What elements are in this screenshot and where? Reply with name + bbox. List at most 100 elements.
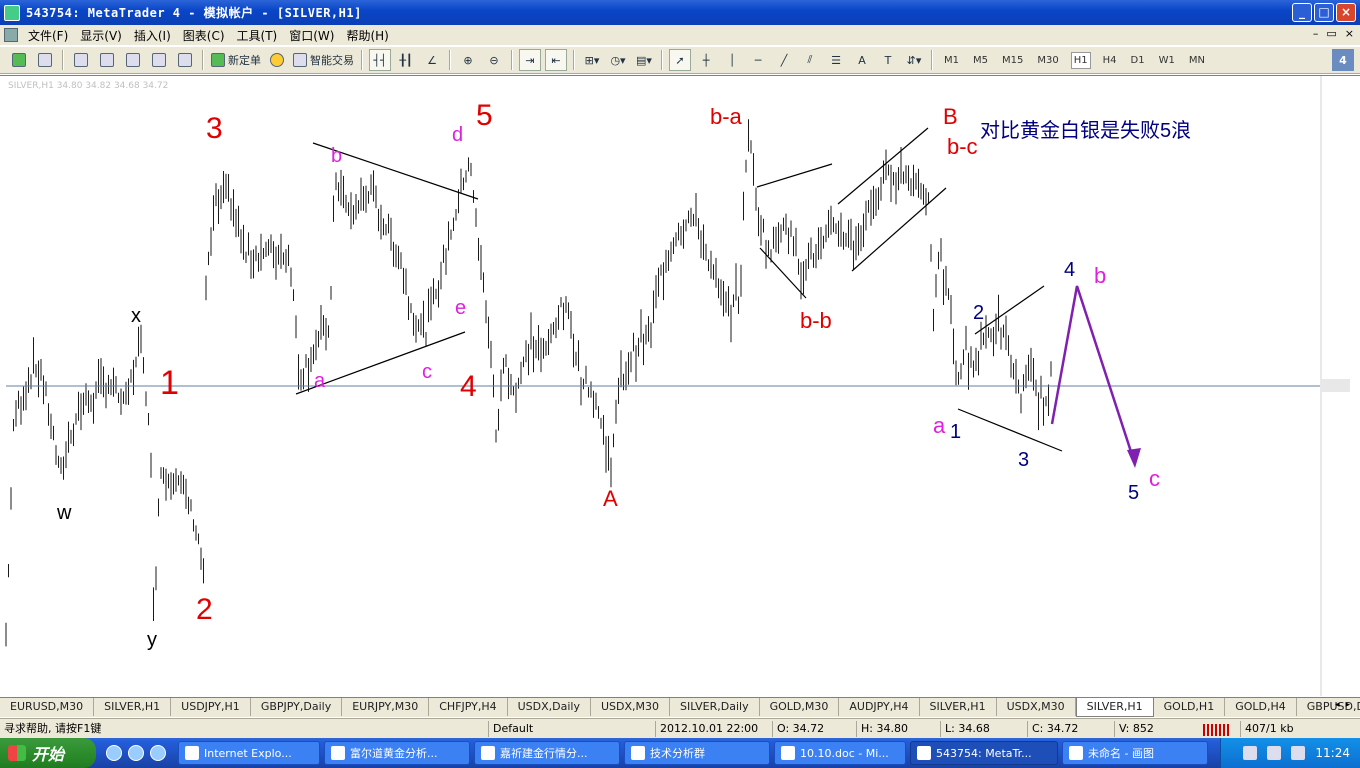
menu-file[interactable]: 文件(F): [26, 27, 78, 44]
taskbar-task-button[interactable]: 10.10.doc - Mi...: [774, 741, 906, 765]
menu-view[interactable]: 显示(V): [78, 27, 132, 44]
templates-button[interactable]: ▤▾: [633, 49, 655, 71]
market-watch-button[interactable]: [70, 49, 92, 71]
close-button[interactable]: ×: [1336, 3, 1356, 22]
vertical-line-button[interactable]: │: [721, 49, 743, 71]
price-chart[interactable]: SILVER,H1 34.80 34.82 34.68 34.72 3 5124b…: [0, 76, 1360, 696]
new-order-button[interactable]: 新定单: [210, 49, 262, 71]
chart-tab[interactable]: EURUSD,M30: [0, 698, 95, 716]
horizontal-line-button[interactable]: ─: [747, 49, 769, 71]
chart-shift-button[interactable]: ⇤: [545, 49, 567, 71]
chart-tab[interactable]: USDX,M30: [997, 698, 1076, 716]
trendline[interactable]: [756, 163, 833, 188]
maximize-button[interactable]: □: [1314, 3, 1334, 22]
warning-button[interactable]: [266, 49, 288, 71]
taskbar-task-button[interactable]: 技术分析群: [624, 741, 770, 765]
chart-tab[interactable]: USDX,Daily: [508, 698, 591, 716]
browser-quicklaunch-icon[interactable]: [128, 745, 144, 761]
chart-tab[interactable]: USDJPY,H1: [171, 698, 251, 716]
fibonacci-button[interactable]: ☰: [825, 49, 847, 71]
wave-label: 5: [476, 99, 493, 132]
chart-tab[interactable]: EURJPY,M30: [342, 698, 430, 716]
data-window-button[interactable]: [96, 49, 118, 71]
menu-insert[interactable]: 插入(I): [132, 27, 181, 44]
menu-tools[interactable]: 工具(T): [235, 27, 288, 44]
new-order-label: 新定单: [228, 54, 261, 67]
timeframe-m30[interactable]: M30: [1035, 53, 1060, 68]
chart-tab[interactable]: GOLD,M30: [760, 698, 840, 716]
tester-button[interactable]: [174, 49, 196, 71]
chart-tab[interactable]: CHFJPY,H4: [429, 698, 508, 716]
equidistant-channel-button[interactable]: ⫽: [799, 49, 821, 71]
menu-window[interactable]: 窗口(W): [287, 27, 344, 44]
document-icon[interactable]: [4, 28, 18, 42]
taskbar-task-button[interactable]: Internet Explo...: [178, 741, 320, 765]
chart-window[interactable]: SILVER,H1 34.80 34.82 34.68 34.72 35124b…: [0, 75, 1360, 696]
profiles-button[interactable]: [34, 49, 56, 71]
chart-tab[interactable]: GOLD,H4: [1225, 698, 1297, 716]
toolbar-badge[interactable]: 4: [1332, 49, 1354, 71]
trendline[interactable]: [759, 247, 807, 299]
minimize-button[interactable]: _: [1292, 3, 1312, 22]
zoom-in-button[interactable]: ⊕: [457, 49, 479, 71]
taskbar-task-button[interactable]: 富尔道黄金分析...: [324, 741, 470, 765]
menu-charts[interactable]: 图表(C): [181, 27, 235, 44]
mdi-minimize-button[interactable]: –: [1313, 27, 1319, 40]
chart-tab[interactable]: USDX,M30: [591, 698, 670, 716]
chart-tab[interactable]: SILVER,Daily: [670, 698, 760, 716]
text-label-button[interactable]: T: [877, 49, 899, 71]
candlestick-button[interactable]: ╂┃: [395, 49, 417, 71]
timeframe-h1[interactable]: H1: [1070, 51, 1091, 69]
trendline[interactable]: [837, 127, 929, 205]
chart-tab[interactable]: GOLD,H1: [1154, 698, 1226, 716]
mdi-close-button[interactable]: ×: [1345, 27, 1354, 40]
bar-chart-button[interactable]: ┤┤: [369, 49, 391, 71]
trendline-button[interactable]: ╱: [773, 49, 795, 71]
keyboard-tray-icon[interactable]: [1243, 746, 1258, 760]
trendline[interactable]: [957, 408, 1063, 452]
indicators-button[interactable]: ⊞▾: [581, 49, 603, 71]
wave-label: 2: [196, 593, 213, 626]
taskbar-task-button[interactable]: 未命名 - 画图: [1062, 741, 1208, 765]
messenger-quicklaunch-icon[interactable]: [150, 745, 166, 761]
chart-tab[interactable]: SILVER,H1: [1075, 698, 1154, 717]
timeframe-mn[interactable]: MN: [1187, 53, 1207, 68]
wave-label: b-c: [947, 134, 978, 159]
navigator-button[interactable]: [122, 49, 144, 71]
zoom-out-button[interactable]: ⊖: [483, 49, 505, 71]
terminal-button[interactable]: [148, 49, 170, 71]
new-chart-button[interactable]: [8, 49, 30, 71]
window-titlebar[interactable]: 543754: MetaTrader 4 - 模拟帐户 - [SILVER,H1…: [0, 0, 1360, 25]
crosshair-tool-button[interactable]: ┼: [695, 49, 717, 71]
chart-tab[interactable]: SILVER,H1: [920, 698, 997, 716]
timeframe-w1[interactable]: W1: [1157, 53, 1177, 68]
trendline[interactable]: [974, 285, 1045, 335]
chart-tab[interactable]: GBPJPY,Daily: [251, 698, 343, 716]
taskbar-task-button[interactable]: 嘉祈建金行情分...: [474, 741, 620, 765]
timeframe-h4[interactable]: H4: [1101, 53, 1119, 68]
timeframe-m1[interactable]: M1: [942, 53, 961, 68]
text-tool-button[interactable]: A: [851, 49, 873, 71]
expert-advisors-button[interactable]: 智能交易: [292, 49, 355, 71]
connection-status-icon[interactable]: [1203, 724, 1229, 736]
tab-scroll-arrows-icon[interactable]: ◂▸: [1335, 700, 1356, 710]
mdi-restore-button[interactable]: ▭: [1326, 27, 1336, 40]
network-tray-icon[interactable]: [1267, 746, 1282, 760]
wave-label: b: [1094, 263, 1106, 288]
start-button[interactable]: 开始: [0, 738, 96, 768]
cursor-tool-button[interactable]: ➚: [669, 49, 691, 71]
taskbar-task-button[interactable]: 543754: MetaTr...: [910, 741, 1058, 765]
chart-tab[interactable]: AUDJPY,H4: [839, 698, 920, 716]
auto-scroll-button[interactable]: ⇥: [519, 49, 541, 71]
menu-help[interactable]: 帮助(H): [344, 27, 398, 44]
timeframe-m15[interactable]: M15: [1000, 53, 1025, 68]
timeframe-m5[interactable]: M5: [971, 53, 990, 68]
ie-quicklaunch-icon[interactable]: [106, 745, 122, 761]
periods-button[interactable]: ◷▾: [607, 49, 629, 71]
chart-tab[interactable]: SILVER,H1: [94, 698, 172, 716]
timeframe-d1[interactable]: D1: [1129, 53, 1147, 68]
trendlines[interactable]: [295, 127, 1063, 452]
monitor-tray-icon[interactable]: [1291, 746, 1306, 760]
line-chart-button[interactable]: ∠: [421, 49, 443, 71]
arrows-button[interactable]: ⇵▾: [903, 49, 925, 71]
